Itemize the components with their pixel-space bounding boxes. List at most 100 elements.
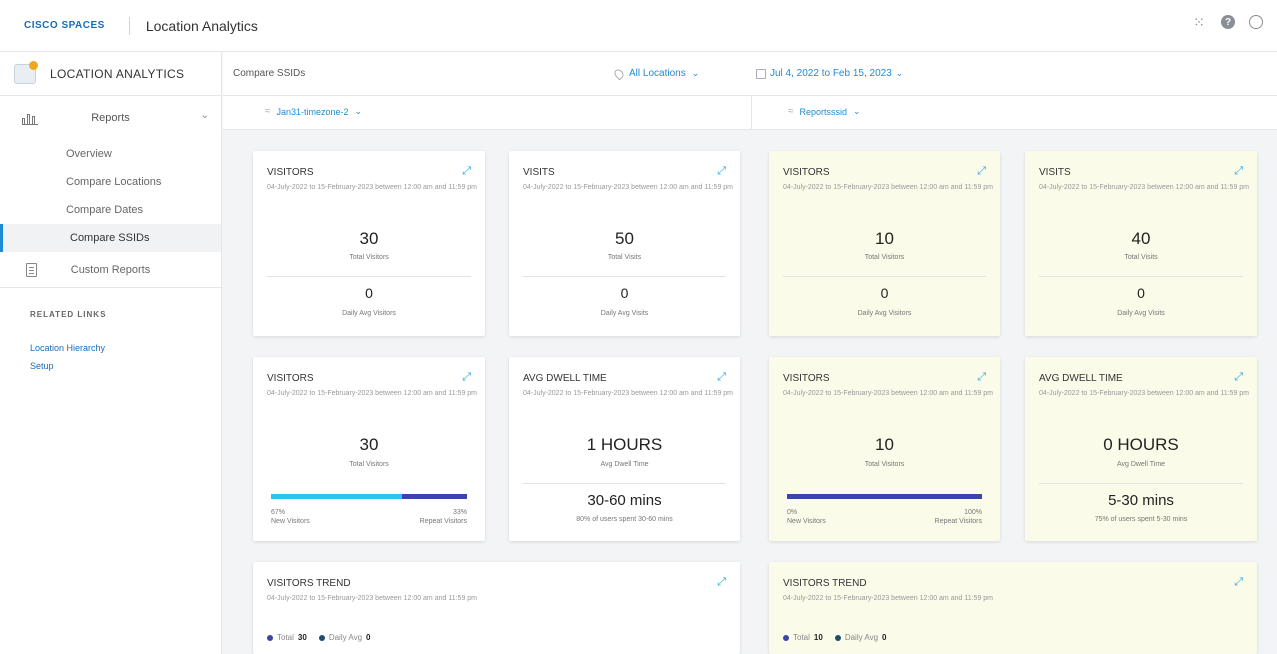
- total-value: 10: [875, 229, 894, 248]
- total-label: Total Visitors: [864, 254, 905, 261]
- dwell-range-value: 5-30 mins: [1108, 492, 1174, 509]
- card-visitors-trend-left: VISITORS TREND ⤢ 04-July-2022 to 15-Febr…: [253, 562, 740, 654]
- ssid-bar: ≈ Jan31-timezone-2 ⌄ ≈ Reportsssid ⌄: [223, 96, 1277, 130]
- card-title: AVG DWELL TIME: [523, 373, 607, 384]
- card-date-range: 04-July-2022 to 15-February-2023 between…: [267, 390, 478, 397]
- location-value: All Locations: [629, 68, 686, 79]
- trend-legend: Total 30 Daily Avg 0: [267, 633, 378, 642]
- card-title: VISITORS: [267, 167, 314, 178]
- date-range-value: Jul 4, 2022 to Feb 15, 2023: [770, 68, 892, 79]
- chevron-down-icon: ⌄: [853, 106, 861, 116]
- location-dropdown[interactable]: All Locations ⌄: [612, 67, 699, 80]
- chevron-down-icon[interactable]: ⌄: [201, 110, 209, 121]
- card-date-range: 04-July-2022 to 15-February-2023 between…: [783, 184, 994, 191]
- daily-avg-dot-icon: [834, 634, 841, 641]
- link-setup[interactable]: Setup: [0, 357, 221, 375]
- sidebar-item-label: Reports: [91, 112, 130, 124]
- total-value: 40: [1131, 229, 1151, 248]
- ssid-dropdown-left[interactable]: ≈ Jan31-timezone-2 ⌄: [265, 106, 362, 117]
- related-links-heading: RELATED LINKS: [30, 310, 107, 319]
- card-visitors-trend-right: VISITORS TREND ⤢ 04-July-2022 to 15-Febr…: [769, 562, 1257, 654]
- repeat-visitors-pct: 100%: [964, 509, 982, 516]
- card-visitors-breakdown-left: VISITORS ⤢ 04-July-2022 to 15-February-2…: [253, 357, 485, 541]
- card-visitors-right: VISITORS ⤢ 04-July-2022 to 15-February-2…: [769, 151, 1000, 336]
- chevron-down-icon: ⌄: [895, 68, 904, 78]
- help-icon[interactable]: ?: [1221, 15, 1235, 29]
- repeat-visitors-pct: 33%: [452, 509, 467, 516]
- expand-icon[interactable]: ⤢: [1234, 371, 1243, 384]
- new-visitors-pct: 67%: [271, 509, 286, 516]
- legend-avg-label: Daily Avg: [328, 633, 363, 642]
- new-visitors-bar: [271, 494, 403, 499]
- card-visits-left: VISITS ⤢ 04-July-2022 to 15-February-202…: [509, 151, 740, 336]
- card-visitors-left: VISITORS ⤢ 04-July-2022 to 15-February-2…: [253, 151, 485, 336]
- sidebar-item-compare-ssids[interactable]: Compare SSIDs: [0, 224, 221, 252]
- location-analytics-icon: [14, 60, 38, 84]
- page-title: Compare SSIDs: [233, 68, 306, 79]
- sidebar-item-overview[interactable]: Overview: [0, 140, 221, 168]
- brand-logo[interactable]: CISCO SPACES: [24, 20, 105, 31]
- card-title: VISITORS: [267, 373, 314, 384]
- card-divider: [1039, 276, 1243, 277]
- expand-icon[interactable]: ⤢: [1234, 165, 1243, 178]
- card-title: VISITORS: [783, 373, 830, 384]
- expand-icon[interactable]: ⤢: [717, 576, 726, 589]
- expand-icon[interactable]: ⤢: [717, 165, 726, 178]
- card-date-range: 04-July-2022 to 15-February-2023 between…: [1039, 184, 1250, 191]
- daily-avg-value: 0: [880, 285, 889, 301]
- card-title: VISITORS: [783, 167, 830, 178]
- expand-icon[interactable]: ⤢: [977, 165, 986, 178]
- expand-icon[interactable]: ⤢: [462, 371, 471, 384]
- legend-total-label: Total: [277, 633, 294, 642]
- app-title: Location Analytics: [145, 17, 258, 34]
- dwell-time-value: 0 HOURS: [1103, 435, 1179, 454]
- repeat-visitors-bar: [787, 494, 982, 499]
- link-location-hierarchy[interactable]: Location Hierarchy: [0, 339, 221, 357]
- expand-icon[interactable]: ⤢: [977, 371, 986, 384]
- top-bar: CISCO SPACES Location Analytics ⁙ ?: [0, 0, 1277, 52]
- daily-avg-value: 0: [1137, 285, 1145, 301]
- sidebar-item-compare-dates[interactable]: Compare Dates: [0, 196, 221, 224]
- card-visits-right: VISITS ⤢ 04-July-2022 to 15-February-202…: [1025, 151, 1257, 336]
- card-title: VISITS: [1039, 167, 1071, 178]
- repeat-visitors-label: Repeat Visitors: [419, 518, 467, 525]
- visitor-split-bar: [271, 494, 467, 499]
- card-title: VISITS: [523, 167, 555, 178]
- ssid-value: Jan31-timezone-2: [276, 106, 349, 117]
- sidebar: LOCATION ANALYTICS Reports ⌄ Overview Co…: [0, 52, 222, 654]
- sidebar-item-reports[interactable]: Reports ⌄: [0, 96, 221, 140]
- total-value: 50: [615, 229, 634, 248]
- total-dot-icon: [783, 634, 789, 641]
- user-icon[interactable]: [1249, 15, 1263, 29]
- sidebar-item-label: Custom Reports: [70, 263, 151, 276]
- total-value: 30: [359, 229, 379, 248]
- daily-avg-label: Daily Avg Visits: [600, 310, 649, 317]
- sidebar-item-custom-reports[interactable]: Custom Reports: [0, 252, 221, 288]
- total-label: Total Visitors: [349, 254, 389, 261]
- date-range-dropdown[interactable]: Jul 4, 2022 to Feb 15, 2023 ⌄: [756, 68, 903, 79]
- dwell-range-note: 80% of users spent 30-60 mins: [576, 516, 673, 523]
- ssid-dropdown-right[interactable]: ≈ Reportsssid ⌄: [788, 106, 861, 117]
- total-label: Total Visits: [607, 254, 642, 261]
- dwell-time-label: Avg Dwell Time: [600, 461, 649, 468]
- ssid-divider: [751, 96, 752, 130]
- expand-icon[interactable]: ⤢: [462, 165, 471, 178]
- legend-avg-value: 0: [882, 633, 887, 642]
- card-title: VISITORS TREND: [267, 578, 351, 589]
- card-date-range: 04-July-2022 to 15-February-2023 between…: [267, 595, 478, 602]
- expand-icon[interactable]: ⤢: [1234, 576, 1243, 589]
- filter-bar: Compare SSIDs All Locations ⌄ Jul 4, 202…: [223, 52, 1277, 96]
- sidebar-item-compare-locations[interactable]: Compare Locations: [0, 168, 221, 196]
- legend-total-value: 10: [813, 633, 823, 642]
- dwell-range-value: 30-60 mins: [587, 492, 662, 509]
- apps-grid-icon[interactable]: ⁙: [1191, 14, 1207, 30]
- daily-avg-label: Daily Avg Visitors: [342, 310, 396, 317]
- legend-total-label: Total: [793, 633, 810, 642]
- card-divider: [523, 483, 726, 484]
- calendar-icon: [756, 68, 766, 79]
- legend-avg-value: 0: [366, 633, 371, 642]
- card-date-range: 04-July-2022 to 15-February-2023 between…: [267, 184, 478, 191]
- ssid-value: Reportsssid: [799, 106, 848, 117]
- expand-icon[interactable]: ⤢: [717, 371, 726, 384]
- daily-avg-value: 0: [620, 285, 629, 301]
